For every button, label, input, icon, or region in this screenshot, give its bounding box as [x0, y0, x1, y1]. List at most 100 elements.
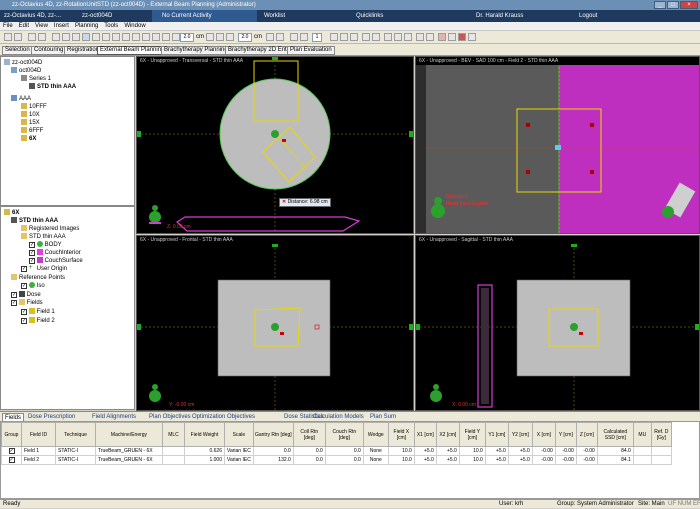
- tree-energy-2[interactable]: 15X: [21, 119, 40, 127]
- table-cell[interactable]: +5.0: [413, 446, 437, 456]
- tree-patient[interactable]: zz-oct004D: [4, 59, 42, 67]
- table-cell[interactable]: STATIC-I: [55, 446, 96, 456]
- tree-registered[interactable]: Registered Images: [21, 225, 79, 233]
- column-header[interactable]: Calculated SSD [cm]: [596, 422, 634, 447]
- patient-tab-1[interactable]: zz-Octavius 4D, zz-...: [4, 10, 61, 22]
- table-cell[interactable]: None: [362, 446, 389, 456]
- activity-selector[interactable]: No Current Activity: [152, 10, 257, 22]
- table-cell[interactable]: TrueBeam_GRUEN - 6X: [95, 455, 163, 465]
- measure-icon[interactable]: [92, 33, 100, 41]
- plan-icon[interactable]: [372, 33, 380, 41]
- table-cell[interactable]: -0.00: [554, 446, 577, 456]
- column-header[interactable]: Field Weight: [184, 422, 225, 447]
- table-cell[interactable]: -0.00: [575, 455, 598, 465]
- table-cell[interactable]: -0.00: [575, 446, 598, 456]
- checkbox[interactable]: ✓: [21, 266, 27, 272]
- arrow-up-icon[interactable]: [290, 33, 298, 41]
- column-header[interactable]: Y1 [cm]: [484, 422, 509, 447]
- maximize-button[interactable]: □: [667, 1, 679, 9]
- field-icon[interactable]: [404, 33, 412, 41]
- column-header[interactable]: X [cm]: [531, 422, 556, 447]
- minimize-button[interactable]: _: [654, 1, 666, 9]
- cube-red-icon[interactable]: [458, 33, 466, 41]
- column-header[interactable]: X2 [cm]: [435, 422, 460, 447]
- column-header[interactable]: Y [cm]: [554, 422, 577, 447]
- tree-energy-4[interactable]: 6X: [21, 135, 36, 143]
- table-cell[interactable]: 0.0: [292, 455, 326, 465]
- column-header[interactable]: X1 [cm]: [413, 422, 437, 447]
- redo-icon[interactable]: [38, 33, 46, 41]
- table-cell[interactable]: None: [362, 455, 389, 465]
- menu-item-planning[interactable]: Planning: [75, 23, 98, 29]
- table-cell[interactable]: -0.00: [554, 455, 577, 465]
- group-checkbox[interactable]: ✓: [1, 446, 22, 456]
- tree-structure-set[interactable]: STD thin AAA: [21, 233, 66, 241]
- checkbox[interactable]: ✓: [29, 258, 35, 264]
- column-header[interactable]: Group: [1, 422, 22, 447]
- viewport-sagittal[interactable]: 6X - Unapproved - Sagittal - STD thin AA…: [415, 235, 700, 411]
- viewport-frontal[interactable]: 6X - Unapproved - Frontal - STD thin AAA…: [136, 235, 414, 411]
- table-cell[interactable]: -0.00: [531, 455, 556, 465]
- tree-structure-couch-interior[interactable]: ✓ CouchInterior: [29, 249, 81, 257]
- tree-structure-couch-surface[interactable]: ✓ CouchSurface: [29, 257, 83, 265]
- rotate-icon[interactable]: [102, 33, 110, 41]
- fill-icon[interactable]: [350, 33, 358, 41]
- workspace-tab-0[interactable]: Selection: [2, 46, 33, 55]
- mlc-icon[interactable]: [426, 33, 434, 41]
- table-cell[interactable]: -0.00: [531, 446, 556, 456]
- table-cell[interactable]: 0.0: [324, 455, 364, 465]
- table-cell[interactable]: 10.0: [387, 446, 415, 456]
- viewport-bev[interactable]: 6X - Unapproved - BEV - SAD 100 cm - Fie…: [415, 56, 700, 234]
- table-cell[interactable]: [162, 446, 185, 456]
- table-cell[interactable]: +5.0: [484, 455, 509, 465]
- table-cell[interactable]: [650, 455, 672, 465]
- table-cell[interactable]: Varian IEC: [224, 446, 254, 456]
- table-cell[interactable]: +5.0: [484, 446, 509, 456]
- tree-iso[interactable]: ✓ Iso: [21, 282, 45, 290]
- checkbox[interactable]: ✓: [21, 318, 27, 324]
- column-header[interactable]: Coll Rtn [deg]: [292, 422, 326, 447]
- zoom-input-2[interactable]: 2.0: [238, 33, 252, 42]
- layer2-icon[interactable]: [216, 33, 224, 41]
- checkbox[interactable]: ✓: [8, 457, 15, 463]
- viewport-transversal[interactable]: 6X - Unapproved - Transversal - STD thin…: [136, 56, 414, 234]
- table-cell[interactable]: 0.626: [184, 446, 225, 456]
- table-cell[interactable]: +5.0: [507, 455, 533, 465]
- arrow-down-icon[interactable]: [300, 33, 308, 41]
- workspace-tab-5[interactable]: Brachytherapy 2D Entry: [225, 46, 295, 55]
- undo-icon[interactable]: [28, 33, 36, 41]
- ortho-icon[interactable]: [152, 33, 160, 41]
- table-cell[interactable]: [162, 455, 185, 465]
- tree-plan-root[interactable]: 6X: [4, 209, 19, 217]
- layout-icon[interactable]: [112, 33, 120, 41]
- table-cell[interactable]: STATIC-I: [55, 455, 96, 465]
- menu-item-insert[interactable]: Insert: [54, 23, 69, 29]
- tree-course[interactable]: oct004D: [11, 67, 41, 75]
- skin-icon[interactable]: [340, 33, 348, 41]
- table-cell[interactable]: [650, 446, 672, 456]
- tree-series[interactable]: Series 1: [21, 75, 51, 83]
- table-cell[interactable]: 0.0: [324, 446, 364, 456]
- table-cell[interactable]: +5.0: [435, 446, 460, 456]
- column-header[interactable]: Field ID: [21, 422, 56, 447]
- arrow-right-icon[interactable]: [276, 33, 284, 41]
- tree-field-1[interactable]: ✓ Field 1: [21, 308, 55, 316]
- checkbox[interactable]: ✓: [11, 292, 17, 298]
- page-input[interactable]: 1: [312, 33, 322, 42]
- table-cell[interactable]: Field 2: [21, 455, 56, 465]
- window-level-icon[interactable]: [72, 33, 80, 41]
- table-cell[interactable]: 10.0: [458, 446, 486, 456]
- tree-field-2[interactable]: ✓ Field 2: [21, 317, 55, 325]
- table-cell[interactable]: 84.0: [596, 446, 634, 456]
- tree-energy-1[interactable]: 10X: [21, 111, 40, 119]
- column-header[interactable]: MLC: [162, 422, 185, 447]
- workspace-tab-6[interactable]: Plan Evaluation: [287, 46, 335, 55]
- workspace-tab-4[interactable]: Brachytherapy Planning: [161, 46, 231, 55]
- dvh-icon[interactable]: [438, 33, 446, 41]
- cube-icon[interactable]: [448, 33, 456, 41]
- logout-button[interactable]: Logout: [579, 10, 597, 22]
- settings-icon[interactable]: [468, 33, 476, 41]
- calc-icon[interactable]: [416, 33, 424, 41]
- table-cell[interactable]: [632, 455, 652, 465]
- tree-dose[interactable]: ✓ Dose: [11, 291, 41, 299]
